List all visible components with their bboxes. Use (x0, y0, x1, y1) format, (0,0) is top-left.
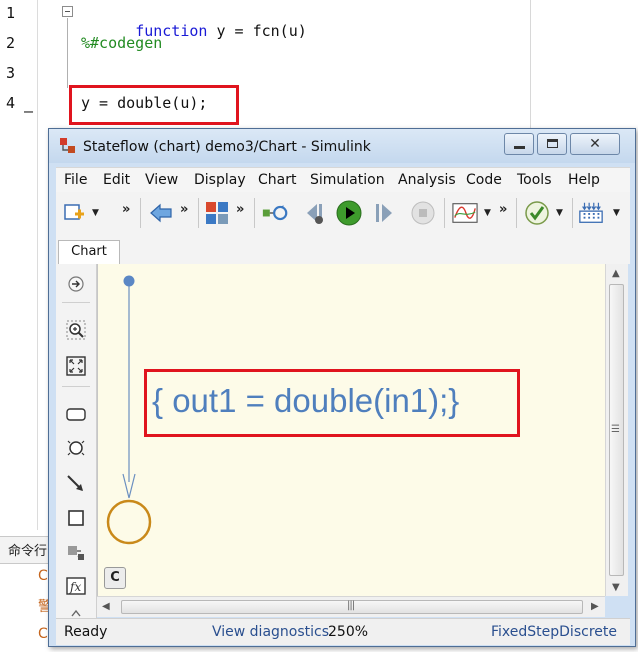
menu-tools[interactable]: Tools (517, 172, 552, 188)
toolbar: ▼ » » » ▼ » ▼ ▼ (56, 192, 630, 237)
build-icon[interactable] (578, 200, 604, 226)
scroll-down-arrow[interactable]: ▼ (612, 582, 620, 593)
scope-dropdown[interactable]: ▼ (484, 208, 491, 218)
menu-view[interactable]: View (145, 172, 178, 188)
highlight-box-code (69, 85, 239, 125)
navigate-up-icon[interactable] (66, 274, 86, 294)
palette-more-icon[interactable] (66, 608, 86, 618)
build-dropdown[interactable]: ▼ (613, 208, 620, 218)
stateflow-window: Stateflow (chart) demo3/Chart - Simulink… (48, 128, 636, 647)
horizontal-scrollbar[interactable]: ◀ ||| ▶ (97, 596, 605, 617)
function-signature: y = fcn(u) (207, 22, 307, 40)
title-bar[interactable]: Stateflow (chart) demo3/Chart - Simulink… (49, 129, 635, 163)
zoom-icon[interactable] (66, 320, 86, 340)
update-diagram-icon[interactable] (262, 200, 288, 226)
palette-separator (62, 302, 90, 303)
menu-bar: File Edit View Display Chart Simulation … (56, 167, 630, 192)
object-palette: fx (56, 264, 97, 620)
default-transition-dot (123, 275, 135, 287)
maximize-button[interactable] (537, 133, 567, 155)
model-advisor-icon[interactable] (524, 200, 550, 226)
box-icon[interactable] (66, 508, 86, 528)
line-number: 2 (6, 34, 16, 52)
c-action-language-badge[interactable]: C (104, 567, 126, 589)
menu-simulation[interactable]: Simulation (310, 172, 385, 188)
toolbar-separator (516, 198, 517, 228)
toolbar-separator (140, 198, 141, 228)
menu-analysis[interactable]: Analysis (398, 172, 456, 188)
library-browser-icon[interactable] (204, 200, 230, 226)
close-icon: ✕ (589, 136, 601, 152)
close-button[interactable]: ✕ (570, 133, 620, 155)
code-fold-toggle[interactable] (62, 6, 73, 17)
stop-icon[interactable] (410, 200, 436, 226)
desktop: 1 2 3 4 — function y = fcn(u) %#codegen … (0, 0, 638, 652)
command-output-mark: C (38, 626, 48, 642)
matlab-function-icon[interactable]: fx (66, 576, 86, 596)
toolbar-separator (198, 198, 199, 228)
state-icon[interactable] (66, 404, 86, 424)
svg-text:fx: fx (69, 580, 81, 594)
toolbar-separator (572, 198, 573, 228)
vertical-grip: ☰ (611, 424, 620, 435)
back-arrow-icon[interactable] (148, 200, 174, 226)
palette-separator (62, 386, 90, 387)
view-diagnostics-link[interactable]: View diagnostics (212, 624, 329, 640)
toolbar-overflow-2[interactable]: » (180, 202, 188, 217)
scope-icon[interactable] (452, 200, 478, 226)
toolbar-separator (254, 198, 255, 228)
add-block-icon[interactable] (62, 200, 88, 226)
step-back-icon[interactable] (301, 200, 327, 226)
vertical-scrollbar[interactable]: ▲ ☰ ▼ (605, 264, 628, 596)
scroll-left-arrow[interactable]: ◀ (102, 601, 110, 612)
scroll-right-arrow[interactable]: ▶ (591, 601, 599, 612)
menu-file[interactable]: File (64, 172, 87, 188)
menu-code[interactable]: Code (466, 172, 502, 188)
connective-junction (106, 499, 152, 545)
transition-action-label[interactable]: { out1 = double(in1);} (152, 382, 459, 420)
simulink-app-icon (60, 138, 75, 153)
scroll-up-arrow[interactable]: ▲ (612, 268, 620, 279)
tab-chart[interactable]: Chart (58, 240, 120, 264)
horizontal-grip: ||| (347, 600, 355, 611)
editor-margin-line (530, 0, 531, 128)
line-number: 3 (6, 64, 16, 82)
toolbar-overflow-1[interactable]: » (122, 202, 130, 217)
command-output-mark: C (38, 568, 48, 584)
toolbar-overflow-3[interactable]: » (236, 202, 244, 217)
toolbar-separator (444, 198, 445, 228)
gutter-divider (37, 0, 38, 530)
fold-guide (67, 18, 68, 88)
code-line-2[interactable]: %#codegen (81, 34, 162, 52)
step-forward-icon[interactable] (372, 200, 398, 226)
line-number: 4 (6, 94, 16, 112)
status-bar: Ready View diagnostics 250% FixedStepDis… (56, 618, 630, 645)
add-block-dropdown[interactable]: ▼ (92, 208, 99, 218)
status-ready: Ready (64, 624, 108, 640)
transition-icon[interactable] (66, 474, 86, 494)
menu-chart[interactable]: Chart (258, 172, 296, 188)
solver-type[interactable]: FixedStepDiscrete (491, 624, 617, 640)
junction-icon[interactable] (66, 438, 86, 458)
menu-display[interactable]: Display (194, 172, 246, 188)
toolbar-overflow-4[interactable]: » (499, 202, 507, 217)
zoom-level: 250% (328, 624, 369, 640)
current-line-marker: — (24, 102, 34, 120)
command-window-label: 命令行 (8, 544, 48, 559)
window-title: Stateflow (chart) demo3/Chart - Simulink (83, 139, 371, 155)
fit-view-icon[interactable] (66, 356, 86, 376)
menu-help[interactable]: Help (568, 172, 600, 188)
minimize-button[interactable] (504, 133, 534, 155)
line-number: 1 (6, 4, 16, 22)
menu-edit[interactable]: Edit (103, 172, 130, 188)
tab-strip: Chart (56, 236, 630, 264)
advisor-dropdown[interactable]: ▼ (556, 208, 563, 218)
run-icon[interactable] (336, 200, 362, 226)
graphical-function-icon[interactable] (66, 542, 86, 562)
